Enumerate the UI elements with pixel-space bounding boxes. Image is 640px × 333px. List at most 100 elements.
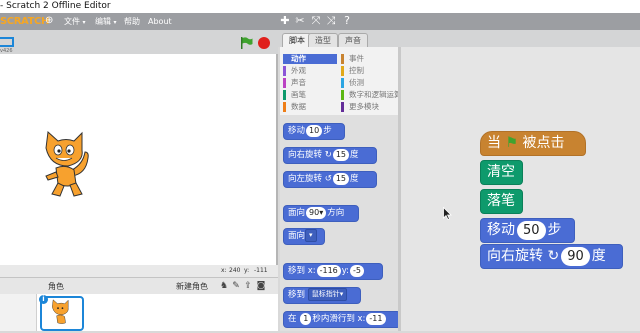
- presentation-mode-icon[interactable]: [0, 37, 14, 47]
- chevron-down-icon: ▾: [82, 19, 86, 26]
- block-text: 度: [591, 248, 606, 264]
- window-title: - Scratch 2 Offline Editor: [0, 1, 111, 11]
- category-control[interactable]: 控制: [341, 66, 398, 76]
- block-text: 移动: [487, 222, 515, 238]
- shrink-icon[interactable]: ⤨: [325, 15, 337, 27]
- block-go-to[interactable]: 移到 鼠标指针▾: [283, 287, 361, 304]
- x-value: 240: [229, 267, 241, 274]
- stage-thumbnail[interactable]: [0, 294, 37, 331]
- menu-about[interactable]: About: [148, 16, 172, 27]
- y-input[interactable]: -5: [350, 264, 365, 277]
- block-text: 度: [350, 150, 359, 160]
- block-point-in-direction[interactable]: 面向 90▾ 方向: [283, 205, 359, 222]
- delete-icon[interactable]: ✂: [294, 15, 306, 27]
- steps-input[interactable]: 50: [517, 220, 546, 240]
- block-move-steps[interactable]: 移动 10 步: [283, 123, 345, 140]
- degrees-input[interactable]: 15: [332, 172, 350, 185]
- choose-sprite-icon[interactable]: ♞: [219, 281, 229, 291]
- mouse-coordinates: x: 240 y: -111: [0, 265, 278, 277]
- category-pen[interactable]: 画笔: [283, 90, 337, 100]
- category-events[interactable]: 事件: [341, 54, 398, 64]
- duplicate-icon[interactable]: ✚: [279, 15, 291, 27]
- block-clear[interactable]: 清空: [480, 160, 523, 185]
- chevron-down-icon: ▾: [113, 19, 117, 26]
- block-glide[interactable]: 在 1 秒内滑行到 x: -11: [283, 311, 401, 328]
- goto-target-dropdown[interactable]: 鼠标指针▾: [307, 288, 348, 301]
- block-text: 被点击: [522, 135, 565, 151]
- x-label: x:: [221, 267, 227, 274]
- block-when-flag-clicked[interactable]: 当 ⚑ 被点击: [480, 131, 586, 156]
- menu-edit[interactable]: 编辑 ▾: [95, 16, 117, 28]
- block-text: 移到: [288, 290, 306, 300]
- menu-file[interactable]: 文件 ▾: [64, 16, 86, 28]
- grow-icon[interactable]: ⤧: [310, 15, 322, 27]
- menu-bar: SCRATCH ⊕ 文件 ▾ 编辑 ▾ 帮助 About ✚ ✂ ⤧ ⤨ ?: [0, 13, 640, 30]
- block-text: 面向: [288, 208, 306, 218]
- stage-header: [0, 30, 278, 54]
- green-flag-icon[interactable]: [240, 37, 253, 49]
- block-go-to-xy[interactable]: 移到 x: -116 y: -5: [283, 263, 383, 280]
- block-text: 在: [288, 314, 297, 324]
- block-text: 向左旋转: [288, 174, 323, 184]
- scratch-logo[interactable]: SCRATCH: [0, 15, 49, 28]
- degrees-input[interactable]: 15: [332, 148, 350, 161]
- info-icon[interactable]: i: [39, 295, 48, 304]
- block-turn-right[interactable]: 向右旋转 ↻ 90 度: [480, 244, 623, 269]
- block-categories: 动作 外观 声音 画笔 数据 事件 控制 侦测 数字和逻辑运算 更多模块: [280, 47, 402, 116]
- target-dropdown[interactable]: ▾: [305, 229, 317, 242]
- tab-sounds[interactable]: 声音: [338, 33, 368, 47]
- green-flag-icon: ⚑: [505, 135, 519, 151]
- script-area[interactable]: 当 ⚑ 被点击 清空 落笔 移动 50 步 向右旋转 ↻ 90 度: [401, 47, 640, 331]
- block-text: 移动: [288, 126, 306, 136]
- category-data[interactable]: 数据: [283, 102, 337, 112]
- category-sensing[interactable]: 侦测: [341, 78, 398, 88]
- paint-sprite-icon[interactable]: ✎: [231, 281, 241, 291]
- upload-sprite-icon[interactable]: ⇪: [243, 281, 253, 291]
- block-text: 度: [350, 174, 359, 184]
- category-motion[interactable]: 动作: [283, 54, 337, 64]
- rotate-clockwise-icon: ↻: [324, 150, 332, 160]
- block-text: 当: [487, 135, 501, 151]
- mouse-cursor-icon: [443, 207, 452, 220]
- sprites-label: 角色: [48, 282, 64, 291]
- help-icon[interactable]: ?: [341, 15, 353, 27]
- block-move-steps[interactable]: 移动 50 步: [480, 218, 575, 243]
- block-turn-left[interactable]: 向左旋转 ↺ 15 度: [283, 171, 377, 188]
- new-sprite-label: 新建角色: [176, 282, 208, 291]
- x-input[interactable]: -11: [366, 312, 386, 325]
- degrees-input[interactable]: 90: [561, 246, 590, 266]
- cat-sprite[interactable]: [42, 128, 94, 198]
- block-point-towards[interactable]: 面向 ▾: [283, 228, 325, 245]
- category-sound[interactable]: 声音: [283, 78, 337, 88]
- y-value: -111: [254, 267, 268, 274]
- block-text: 面向: [288, 231, 306, 241]
- category-operators[interactable]: 数字和逻辑运算: [341, 90, 402, 100]
- tab-costumes[interactable]: 造型: [308, 33, 338, 47]
- title-bar: - Scratch 2 Offline Editor: [0, 0, 640, 13]
- sprite-thumbnail-cat: [52, 299, 69, 324]
- stop-button[interactable]: [258, 37, 270, 49]
- block-text: 步: [547, 222, 562, 238]
- direction-input[interactable]: 90▾: [306, 206, 327, 219]
- block-palette: 移动 10 步 向右旋转 ↻ 15 度 向左旋转 ↺ 15 度 面向 90▾ 方向 面向 ▾ 移到…: [280, 115, 401, 331]
- steps-input[interactable]: 10: [306, 124, 323, 137]
- language-globe-icon[interactable]: ⊕: [45, 16, 55, 26]
- menu-help[interactable]: 帮助: [124, 16, 140, 27]
- block-text: 向右旋转: [288, 150, 323, 160]
- rotate-counterclockwise-icon: ↺: [324, 174, 332, 184]
- block-turn-right[interactable]: 向右旋转 ↻ 15 度: [283, 147, 377, 164]
- y-label: y:: [244, 267, 250, 274]
- block-text: 秒内滑行到 x:: [312, 314, 366, 324]
- menu-edit-label: 编辑: [95, 17, 111, 26]
- menu-file-label: 文件: [64, 17, 80, 26]
- block-text: y:: [341, 266, 350, 276]
- block-text: 向右旋转: [487, 248, 543, 264]
- camera-icon[interactable]: ◙: [256, 281, 266, 291]
- block-pen-down[interactable]: 落笔: [480, 189, 523, 214]
- x-input[interactable]: -116: [316, 264, 341, 277]
- rotate-clockwise-icon: ↻: [547, 248, 560, 264]
- category-looks[interactable]: 外观: [283, 66, 337, 76]
- category-more-blocks[interactable]: 更多模块: [341, 102, 398, 112]
- seconds-input[interactable]: 1: [300, 312, 312, 325]
- block-text: 移到 x:: [288, 266, 316, 276]
